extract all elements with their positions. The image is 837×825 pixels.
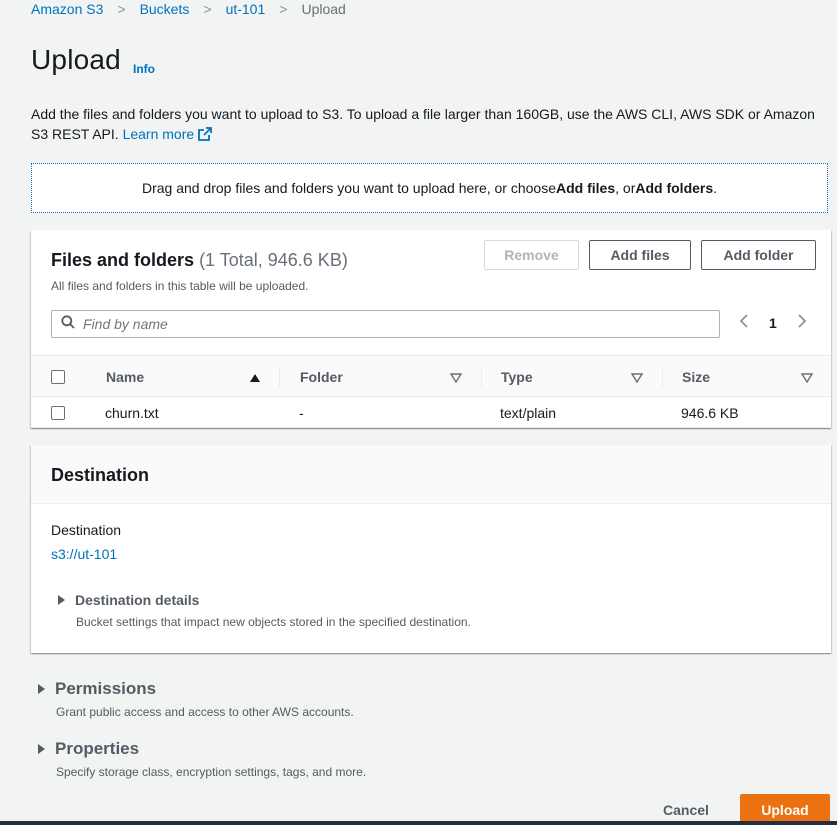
add-files-button[interactable]: Add files <box>589 240 691 270</box>
permissions-toggle[interactable]: Permissions <box>38 679 354 699</box>
learn-more-link[interactable]: Learn more <box>123 126 213 142</box>
breadcrumb: Amazon S3 > Buckets > ut-101 > Upload <box>31 0 346 18</box>
drop-zone-text-after: . <box>713 180 718 196</box>
permissions-title: Permissions <box>55 679 157 698</box>
files-title-text: Files and folders <box>51 250 195 270</box>
column-divider <box>481 367 482 387</box>
search-box <box>51 310 720 338</box>
intro-text: Add the files and folders you want to up… <box>31 104 831 146</box>
breadcrumb-bucket[interactable]: ut-101 <box>226 1 266 17</box>
learn-more-label: Learn more <box>122 126 195 142</box>
bottom-bar <box>0 821 837 825</box>
properties-section: Properties Specify storage class, encryp… <box>38 739 366 779</box>
file-name: churn.txt <box>105 405 159 421</box>
breadcrumb-amazon-s3[interactable]: Amazon S3 <box>31 1 103 17</box>
search-input[interactable] <box>81 315 685 333</box>
sort-icon[interactable] <box>449 370 463 388</box>
pagination: 1 <box>739 314 807 331</box>
destination-details-title: Destination details <box>75 592 200 608</box>
permissions-description: Grant public access and access to other … <box>56 705 354 719</box>
file-type: text/plain <box>500 405 557 421</box>
column-folder[interactable]: Folder <box>300 369 343 385</box>
remove-button[interactable]: Remove <box>484 240 579 270</box>
search-icon <box>61 314 75 334</box>
caret-right-icon <box>38 684 45 694</box>
drop-zone-text-before: Drag and drop files and folders you want… <box>141 180 556 196</box>
permissions-section: Permissions Grant public access and acce… <box>38 679 354 719</box>
cancel-button[interactable]: Cancel <box>646 796 726 824</box>
file-folder: - <box>299 405 304 421</box>
caret-right-icon <box>58 595 65 605</box>
sort-ascending-icon[interactable] <box>249 370 261 388</box>
table-header: Name Folder Type Size <box>31 355 831 397</box>
drop-zone-add-files: Add files <box>556 180 616 196</box>
files-panel-subtitle: All files and folders in this table will… <box>51 279 309 293</box>
row-checkbox[interactable] <box>51 406 65 420</box>
column-size[interactable]: Size <box>682 369 710 385</box>
drop-zone-text-mid: , or <box>615 180 636 196</box>
drop-zone-add-folders: Add folders <box>635 180 714 196</box>
chevron-right-icon[interactable] <box>797 314 807 331</box>
files-count: (1 Total, 946.6 KB) <box>199 250 348 270</box>
destination-label: Destination <box>51 522 122 538</box>
caret-right-icon <box>38 744 45 754</box>
destination-link[interactable]: s3://ut-101 <box>51 546 117 562</box>
page-number[interactable]: 1 <box>769 315 777 331</box>
properties-toggle[interactable]: Properties <box>38 739 366 759</box>
files-and-folders-panel: Files and folders (1 Total, 946.6 KB) Al… <box>31 230 831 428</box>
select-all-checkbox[interactable] <box>51 370 65 384</box>
chevron-right-icon: > <box>117 1 126 17</box>
chevron-right-icon: > <box>279 1 288 17</box>
destination-panel: Destination Destination s3://ut-101 Dest… <box>31 445 831 653</box>
page-title: Upload <box>31 44 121 75</box>
external-link-icon <box>198 126 213 146</box>
sort-icon[interactable] <box>630 370 644 388</box>
sort-icon[interactable] <box>800 370 814 388</box>
table-row[interactable]: churn.txt - text/plain 946.6 KB <box>31 397 831 428</box>
chevron-left-icon[interactable] <box>739 314 749 331</box>
destination-details-toggle[interactable]: Destination details <box>58 592 199 608</box>
destination-details-description: Bucket settings that impact new objects … <box>76 615 471 629</box>
properties-description: Specify storage class, encryption settin… <box>56 765 367 779</box>
column-type[interactable]: Type <box>501 369 533 385</box>
destination-title: Destination <box>51 465 150 485</box>
info-link[interactable]: Info <box>133 62 155 76</box>
destination-header: Destination <box>31 445 831 504</box>
chevron-right-icon: > <box>203 1 212 17</box>
drop-zone[interactable]: Drag and drop files and folders you want… <box>31 163 828 213</box>
add-folder-button[interactable]: Add folder <box>701 240 816 270</box>
column-divider <box>662 367 663 387</box>
files-panel-title: Files and folders (1 Total, 946.6 KB) <box>51 250 348 271</box>
file-size: 946.6 KB <box>681 405 739 421</box>
breadcrumb-current: Upload <box>301 1 346 17</box>
properties-title: Properties <box>55 739 140 758</box>
column-name[interactable]: Name <box>106 369 144 385</box>
breadcrumb-buckets[interactable]: Buckets <box>140 1 190 17</box>
column-divider <box>279 367 280 387</box>
